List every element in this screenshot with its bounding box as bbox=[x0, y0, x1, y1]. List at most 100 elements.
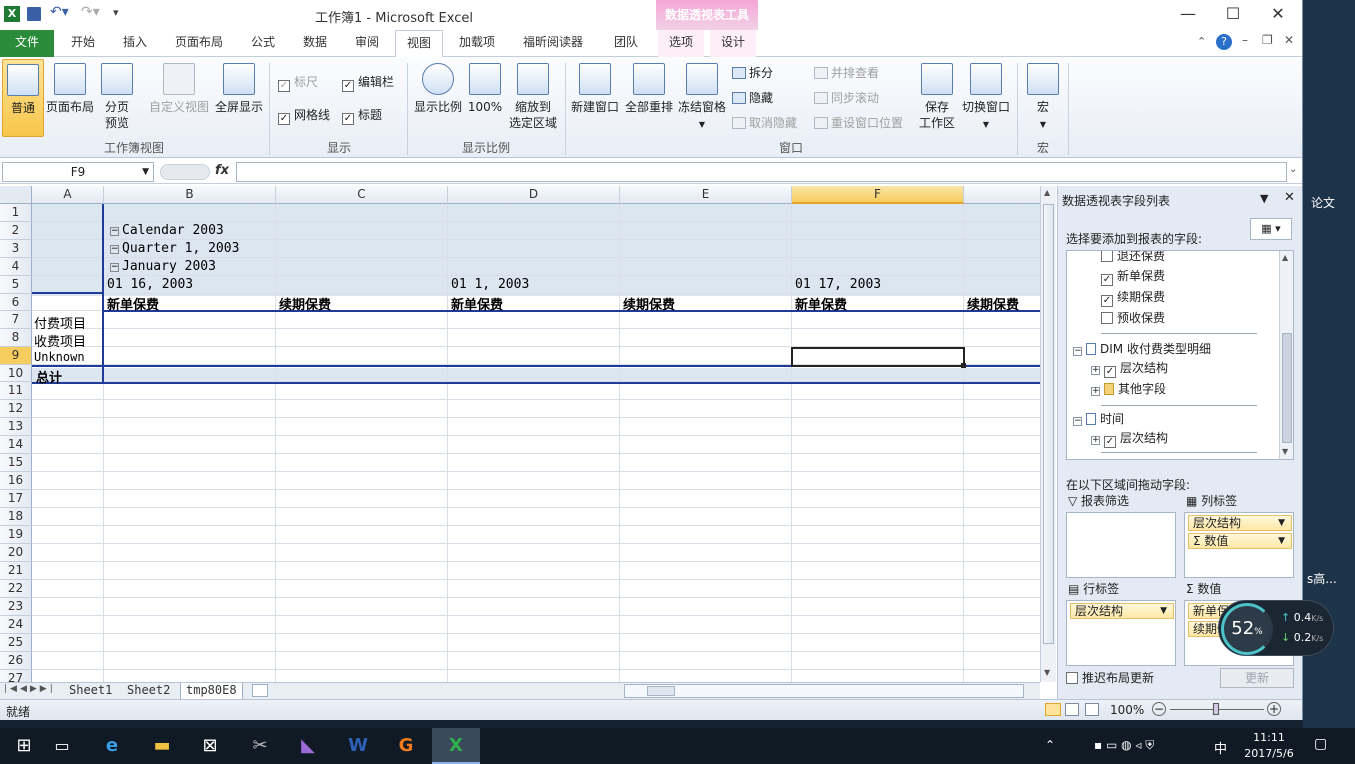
collapse-icon[interactable]: − bbox=[110, 245, 119, 254]
row-header-11[interactable]: 11 bbox=[0, 382, 32, 400]
row-header-25[interactable]: 25 bbox=[0, 634, 32, 652]
sheet-tab-sheet2[interactable]: Sheet2 bbox=[122, 683, 175, 700]
row-header-9[interactable]: 9 bbox=[0, 347, 32, 365]
expand-formula-bar-icon[interactable]: ⌄ bbox=[1289, 164, 1297, 175]
pivot-measure-3[interactable]: 新单保费 bbox=[451, 294, 503, 313]
active-cell-f9[interactable] bbox=[791, 347, 965, 367]
expand-icon[interactable]: + bbox=[1091, 387, 1100, 396]
redo-icon[interactable]: ↷▾ bbox=[81, 4, 100, 20]
tab-team[interactable]: 团队 bbox=[604, 30, 648, 57]
zoom-level[interactable]: 100% bbox=[1110, 703, 1144, 717]
headings-checkbox[interactable]: ✓ 标题 bbox=[342, 108, 382, 125]
file-explorer-icon[interactable]: ▬ bbox=[138, 728, 186, 764]
tab-design[interactable]: 设计 bbox=[710, 30, 756, 57]
column-header-e[interactable]: E bbox=[620, 186, 792, 204]
dim-other-fields-item[interactable]: + 其他字段 bbox=[1091, 380, 1166, 397]
zoom-slider-thumb[interactable] bbox=[1213, 703, 1219, 715]
row-header-10[interactable]: 10 bbox=[0, 365, 32, 382]
row-header-19[interactable]: 19 bbox=[0, 526, 32, 544]
sheet-tab-sheet1[interactable]: Sheet1 bbox=[64, 683, 117, 700]
pivot-measure-1[interactable]: 新单保费 bbox=[107, 294, 159, 313]
row-header-7[interactable]: 7 bbox=[0, 311, 32, 329]
qat-customize-icon[interactable]: ▾ bbox=[113, 6, 119, 19]
field-layout-button[interactable]: ▦ ▾ bbox=[1250, 218, 1292, 240]
row-header-14[interactable]: 14 bbox=[0, 436, 32, 454]
row-header-18[interactable]: 18 bbox=[0, 508, 32, 526]
undo-icon[interactable]: ↶▾ bbox=[50, 4, 69, 20]
visual-studio-icon[interactable]: ◣ bbox=[284, 728, 332, 764]
zoom-out-icon[interactable]: − bbox=[1152, 702, 1166, 716]
pivot-measure-6[interactable]: 续期保费 bbox=[967, 294, 1019, 313]
field-list-scroll-thumb[interactable] bbox=[1282, 333, 1292, 443]
word-icon[interactable]: W bbox=[334, 728, 382, 764]
fill-handle[interactable] bbox=[961, 363, 966, 368]
row-header-26[interactable]: 26 bbox=[0, 652, 32, 670]
row-header-16[interactable]: 16 bbox=[0, 472, 32, 490]
pivot-measure-4[interactable]: 续期保费 bbox=[623, 294, 675, 313]
collapse-icon[interactable]: − bbox=[110, 227, 119, 236]
insert-sheet-icon[interactable] bbox=[252, 684, 268, 697]
collapse-icon[interactable]: − bbox=[1073, 417, 1082, 426]
gridlines-checkbox[interactable]: ✓ 网格线 bbox=[278, 108, 330, 125]
time-group-item[interactable]: − 时间 bbox=[1073, 410, 1124, 427]
column-header-b[interactable]: B bbox=[104, 186, 276, 204]
column-header-d[interactable]: D bbox=[448, 186, 620, 204]
collapse-icon[interactable]: − bbox=[1073, 347, 1082, 356]
row-header-23[interactable]: 23 bbox=[0, 598, 32, 616]
zoom-100-button[interactable]: 100% bbox=[466, 59, 504, 137]
new-window-button[interactable]: 新建窗口 bbox=[568, 59, 622, 137]
column-header-f[interactable]: F bbox=[792, 186, 964, 204]
row-header-13[interactable]: 13 bbox=[0, 418, 32, 436]
show-hidden-icons-icon[interactable]: ⌃ bbox=[1045, 738, 1055, 752]
action-center-icon[interactable]: ▢ bbox=[1314, 736, 1327, 752]
close-button[interactable]: ✕ bbox=[1258, 4, 1298, 26]
insert-function-icon[interactable]: fx bbox=[215, 163, 229, 178]
pivot-row-item-2[interactable]: 收费项目 bbox=[34, 331, 86, 350]
zoom-to-selection-button[interactable]: 缩放到 选定区域 bbox=[506, 59, 560, 137]
doc-close-icon[interactable]: ✕ bbox=[1284, 33, 1294, 47]
pane-options-icon[interactable]: ▼ bbox=[1260, 192, 1268, 205]
pivot-calendar-label[interactable]: − Calendar 2003 bbox=[110, 223, 224, 238]
scroll-up-icon[interactable]: ▲ bbox=[1282, 253, 1288, 262]
task-view-icon[interactable]: ▭ bbox=[38, 728, 86, 764]
field-list-scrollbar[interactable]: ▲ ▼ bbox=[1279, 251, 1293, 459]
zoom-button[interactable]: 显示比例 bbox=[412, 59, 464, 137]
tools-app-icon[interactable]: ✂ bbox=[236, 728, 284, 764]
tab-file[interactable]: 文件 bbox=[0, 30, 54, 57]
pivot-date-1[interactable]: 01 16, 2003 bbox=[107, 277, 193, 292]
tab-data[interactable]: 数据 bbox=[292, 30, 338, 57]
pane-close-icon[interactable]: ✕ bbox=[1284, 190, 1295, 205]
column-chip-hierarchy[interactable]: 层次结构 ▼ bbox=[1188, 515, 1292, 531]
notification-icons[interactable]: ▪ ▭ ◍ ◃ ⛨ bbox=[1094, 738, 1154, 753]
dim-hierarchy-item[interactable]: + ✓ 层次结构 bbox=[1091, 359, 1168, 378]
expand-icon[interactable]: + bbox=[1091, 436, 1100, 445]
scroll-down-icon[interactable]: ▼ bbox=[1044, 668, 1050, 677]
maximize-button[interactable]: ☐ bbox=[1213, 4, 1253, 26]
clock-date[interactable]: 2017/5/6 bbox=[1240, 747, 1298, 760]
sheet-tab-tmp80e8[interactable]: tmp80E8 bbox=[180, 683, 243, 700]
update-button[interactable]: 更新 bbox=[1220, 668, 1294, 688]
column-header-g[interactable] bbox=[964, 186, 1040, 204]
field-item[interactable]: 预收保费 bbox=[1101, 309, 1165, 326]
row-header-1[interactable]: 1 bbox=[0, 204, 32, 222]
expand-icon[interactable]: + bbox=[1091, 366, 1100, 375]
normal-view-button[interactable]: 普通 bbox=[2, 59, 44, 137]
chevron-down-icon[interactable]: ▼ bbox=[1278, 516, 1285, 530]
row-header-22[interactable]: 22 bbox=[0, 580, 32, 598]
pivot-row-item-1[interactable]: 付费项目 bbox=[34, 313, 86, 332]
row-chip-hierarchy[interactable]: 层次结构 ▼ bbox=[1070, 603, 1174, 619]
time-hierarchy-item[interactable]: + ✓ 层次结构 bbox=[1091, 429, 1168, 448]
row-header-4[interactable]: 4 bbox=[0, 258, 32, 276]
store-icon[interactable]: ⊠ bbox=[186, 728, 234, 764]
foxit-reader-icon[interactable]: G bbox=[382, 728, 430, 764]
tab-addins[interactable]: 加载项 bbox=[450, 30, 504, 57]
column-header-c[interactable]: C bbox=[276, 186, 448, 204]
sheet-nav-icons[interactable]: |◀◀▶▶| bbox=[4, 684, 56, 694]
field-list[interactable]: 退还保费 ✓ 新单保费 ✓ 续期保费 预收保费 − DIM 收付费类型明细 + ✓ 层次结… bbox=[1066, 250, 1294, 460]
switch-windows-button[interactable]: 切换窗口 ▼ bbox=[960, 59, 1012, 137]
column-labels-area[interactable]: 层次结构 ▼ Σ 数值 ▼ bbox=[1184, 512, 1294, 578]
field-item[interactable]: ✓ 新单保费 bbox=[1101, 267, 1165, 286]
edge-browser-icon[interactable]: e bbox=[88, 728, 136, 764]
pivot-quarter-label[interactable]: − Quarter 1, 2003 bbox=[110, 241, 239, 256]
normal-view-status-icon[interactable] bbox=[1045, 703, 1061, 716]
